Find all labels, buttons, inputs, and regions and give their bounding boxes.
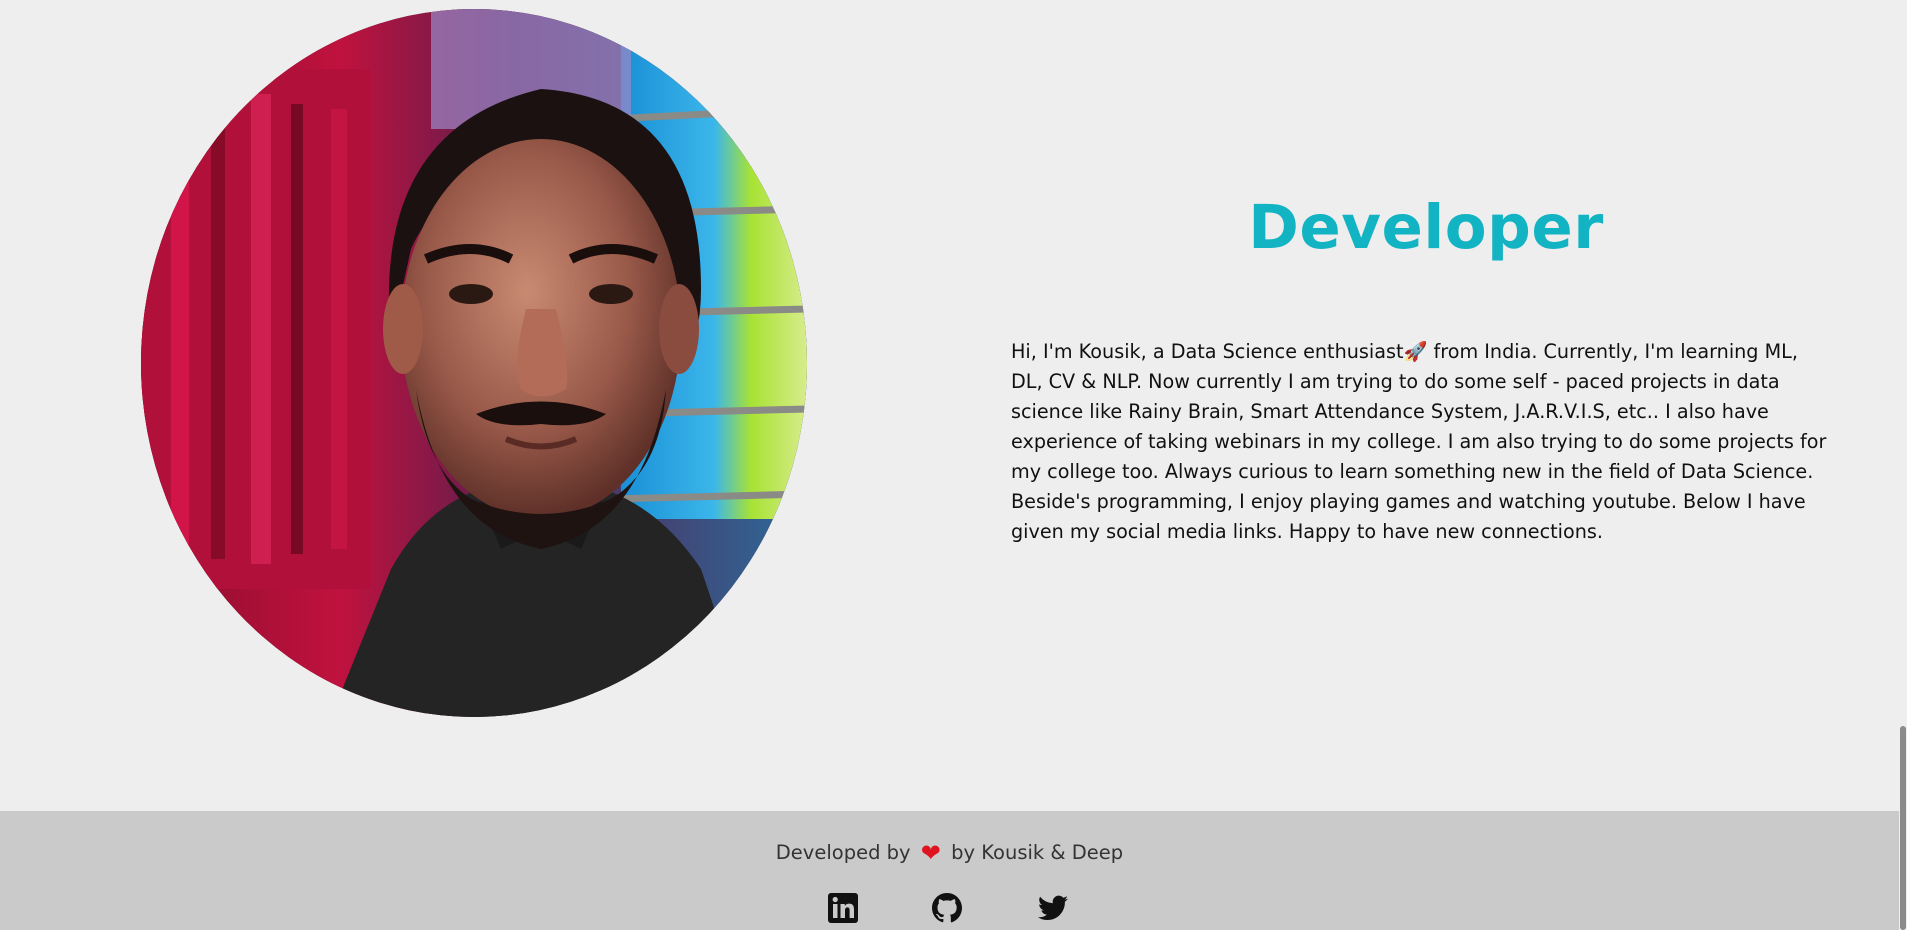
social-links xyxy=(0,892,1899,930)
heart-icon: ❤ xyxy=(920,839,941,867)
credit-line: Developed by ❤ by Kousik & Deep xyxy=(0,839,1899,867)
scrollbar-thumb[interactable] xyxy=(1900,726,1906,930)
github-link[interactable] xyxy=(931,892,963,924)
bio-paragraph: Hi, I'm Kousik, a Data Science enthusias… xyxy=(1011,340,1827,543)
linkedin-link[interactable] xyxy=(827,892,859,924)
developed-by-text: Developed by xyxy=(775,841,911,864)
twitter-icon xyxy=(1038,895,1068,920)
linkedin-icon xyxy=(828,893,858,923)
authors-text: by Kousik & Deep xyxy=(951,841,1124,864)
footer: Developed by ❤ by Kousik & Deep xyxy=(0,811,1899,930)
developer-photo xyxy=(141,9,807,717)
twitter-link[interactable] xyxy=(1037,892,1069,924)
scrollbar[interactable] xyxy=(1899,0,1907,930)
page-title: Developer xyxy=(1248,192,1604,263)
github-icon xyxy=(932,893,962,923)
page: Developer Hi, I'm Kousik, a Data Science… xyxy=(0,0,1907,930)
